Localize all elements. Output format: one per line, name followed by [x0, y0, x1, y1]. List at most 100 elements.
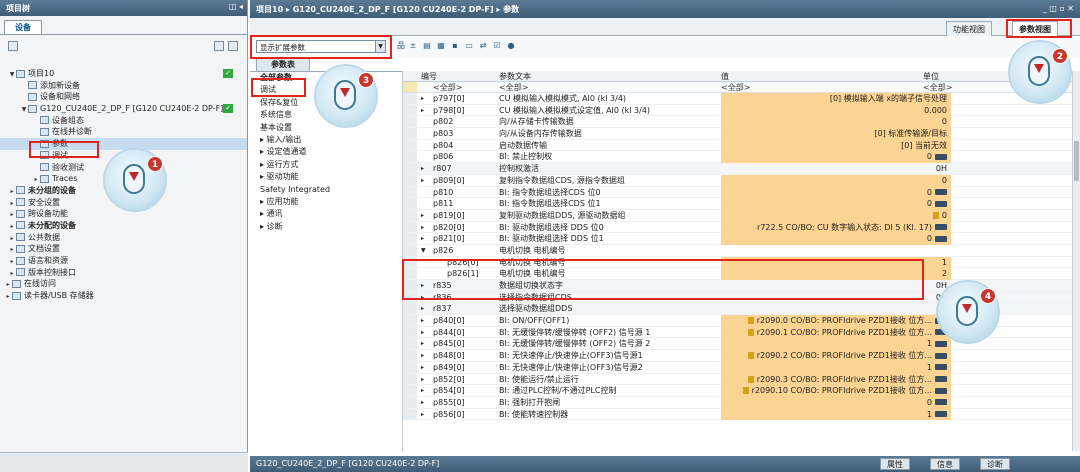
tree-node[interactable]: ▼ G120_CU240E_2_DP_F [G120 CU240E-2 DP-F]… — [0, 103, 247, 115]
expand-toggle-icon[interactable]: ▸ — [4, 291, 12, 303]
interconnect-dropdown-icon[interactable] — [935, 376, 947, 382]
table-row[interactable]: ▸ p821[0] BI: 驱动数据组选择 DDS 位1 0 — [403, 233, 1080, 245]
param-value[interactable]: 1 — [721, 361, 951, 374]
param-value[interactable]: r722.5 CO/BO: CU 数字输入状态: DI 5 (Kl. 17) — [721, 221, 951, 234]
table-row[interactable]: p804 启动数据传输 [0] 当前无效 — [403, 139, 1080, 152]
nav-item[interactable]: ▸ 输入/输出 — [250, 134, 402, 146]
nav-item[interactable]: ▸ 运行方式 — [250, 159, 402, 171]
param-value[interactable]: 0 — [721, 116, 951, 129]
tree-node[interactable]: ▸ Traces — [0, 173, 247, 185]
row-expand-icon[interactable]: ▸ — [421, 385, 431, 397]
interconnect-dropdown-icon[interactable] — [935, 364, 947, 371]
filter-unit[interactable]: <全部> — [923, 82, 952, 93]
table-row[interactable]: p826[0] 电机切换 电机编号 1 — [403, 256, 1080, 269]
filter-value[interactable]: <全部> — [721, 82, 750, 93]
param-value[interactable]: 0 — [721, 209, 951, 222]
table-row[interactable]: ▸ p844[0] BI: 无缓慢停转/缓慢停转 (OFF2) 信号源 1 r2090… — [403, 326, 1080, 339]
tab-function-view[interactable]: 功能视图 — [946, 21, 992, 36]
panel-controls-icon[interactable]: ◫ ◂ — [229, 2, 243, 11]
nav-item[interactable]: ▸ 驱动功能 — [250, 171, 402, 183]
nav-item[interactable]: Safety Integrated — [250, 184, 402, 196]
row-expand-icon[interactable]: ▸ — [421, 303, 431, 315]
param-value[interactable]: r2090.0 CO/BO: PROFIdrive PZD1接收 位方... — [721, 315, 951, 327]
nav-item[interactable]: 保存&复位 — [250, 97, 402, 109]
parameter-filter-select[interactable]: 显示扩展参数 ▼ — [256, 40, 386, 53]
nav-item[interactable]: 系统信息 — [250, 109, 402, 121]
tree-node[interactable]: ▸ 读卡器/USB 存储器 — [0, 290, 247, 302]
table-row[interactable]: ▸ p852[0] BI: 使能运行/禁止运行 r2090.3 CO/BO: PROF… — [403, 373, 1080, 386]
table-row[interactable]: p811 BI: 指令数据组选择CDS 位1 0 — [403, 198, 1080, 210]
col-header-unit[interactable]: 单位 — [923, 71, 939, 82]
filter-text[interactable]: <全部> — [499, 82, 528, 93]
row-expand-icon[interactable]: ▸ — [421, 175, 431, 187]
tree-node[interactable]: 调试 — [0, 150, 247, 162]
home-icon[interactable] — [8, 41, 18, 51]
param-value[interactable]: 0H — [721, 292, 951, 304]
table-row[interactable]: ▸ p849[0] BI: 无快速停止/快速停止(OFF3)信号源2 1 — [403, 361, 1080, 374]
monitor-icon[interactable]: ▦ — [436, 41, 446, 51]
row-expand-icon[interactable]: ▸ — [421, 210, 431, 222]
tab-parameter-view[interactable]: 参数视图 — [1012, 21, 1058, 36]
grid-scrollbar[interactable] — [1072, 71, 1080, 451]
param-value[interactable]: 0H — [721, 280, 951, 292]
table-row[interactable]: p803 向/从设备内存传输数据 [0] 标准传输源/目标 — [403, 128, 1080, 140]
param-value[interactable]: 0 — [721, 198, 951, 210]
tree-structure-icon[interactable]: 品 — [396, 41, 406, 51]
param-value[interactable]: 0H — [721, 303, 951, 315]
nav-item[interactable]: ▸ 设定值通道 — [250, 146, 402, 158]
table-row[interactable]: ▸ p809[0] 复制指令数据组CDS, 源指令数据组 0 — [403, 174, 1080, 187]
row-expand-icon[interactable]: ▸ — [421, 105, 431, 117]
param-value[interactable]: 0 — [721, 186, 951, 199]
tree-node[interactable]: 设备组态 — [0, 115, 247, 127]
tree-node[interactable]: ▸ 公共数据 — [0, 232, 247, 244]
table-row[interactable]: ▸ p848[0] BI: 无快速停止/快速停止(OFF3)信号源1 r2090.2 … — [403, 350, 1080, 362]
nav-item[interactable]: ▸ 诊断 — [250, 221, 402, 233]
filter-number[interactable]: <全部> — [433, 82, 462, 93]
interconnect-dropdown-icon[interactable] — [935, 224, 947, 231]
table-row[interactable]: ▸ p845[0] BI: 无缓慢停转/缓慢停转 (OFF2) 信号源 2 1 — [403, 338, 1080, 351]
col-header-value[interactable]: 值 — [721, 71, 729, 82]
interconnect-dropdown-icon[interactable] — [935, 352, 947, 359]
tab-diagnostics[interactable]: 诊断 — [980, 458, 1010, 470]
param-value[interactable]: 1 — [721, 338, 951, 351]
row-expand-icon[interactable]: ▸ — [421, 327, 431, 339]
tree-node[interactable]: ▸ 未分配的设备 — [0, 220, 247, 232]
export-icon[interactable]: ▤ — [422, 41, 432, 51]
param-value[interactable]: 0.000 — [721, 104, 951, 117]
sort-icon[interactable]: ± — [408, 41, 418, 51]
tree-node[interactable]: ▸ 安全设置 — [0, 197, 247, 209]
tree-node[interactable]: 添加新设备 — [0, 80, 247, 92]
tab-parameter-table[interactable]: 参数表 — [256, 57, 310, 71]
chevron-down-icon[interactable]: ▼ — [375, 41, 385, 52]
tree-node[interactable]: 设备和网络 — [0, 91, 247, 103]
row-expand-icon[interactable]: ▸ — [421, 350, 431, 362]
tab-info[interactable]: 信息 — [930, 458, 960, 470]
row-expand-icon[interactable]: ▸ — [421, 280, 431, 292]
table-row[interactable]: ▸ p819[0] 复制驱动数据组DDS, 源驱动数据组 0 — [403, 209, 1080, 222]
param-value[interactable]: 1 — [721, 408, 951, 421]
table-row[interactable]: ▸ p854[0] BI: 通过PLC控制/不通过PLC控制 r2090.10 CO/… — [403, 385, 1080, 397]
table-row[interactable]: ▸ p840[0] BI: ON/OFF(OFF1) r2090.0 CO/BO: P… — [403, 315, 1080, 327]
row-expand-icon[interactable]: ▼ — [421, 245, 431, 257]
interconnect-dropdown-icon[interactable] — [935, 200, 947, 207]
table-row[interactable]: ▼ p826 电机切换 电机编号 — [403, 244, 1080, 257]
interconnect-dropdown-icon[interactable] — [935, 411, 947, 418]
row-expand-icon[interactable]: ▸ — [421, 292, 431, 304]
param-value[interactable]: 2 — [721, 268, 951, 281]
param-value[interactable]: 1 — [721, 256, 951, 269]
param-value[interactable]: [0] 模拟输入端 x的端子信号处理 — [721, 93, 951, 105]
filter-icon[interactable] — [403, 82, 417, 92]
col-header-text[interactable]: 参数文本 — [499, 71, 717, 82]
param-value[interactable]: 0 — [721, 151, 951, 164]
table-row[interactable]: ▸ r835 数据组切换状态字 0H — [403, 280, 1080, 292]
interconnect-dropdown-icon[interactable] — [935, 153, 947, 160]
tree-node[interactable]: ▸ 在线访问 — [0, 278, 247, 290]
tree-node[interactable]: ▸ 语言和资源 — [0, 255, 247, 267]
table-row[interactable]: p806 BI: 禁止控制权 0 — [403, 151, 1080, 164]
interconnect-dropdown-icon[interactable] — [935, 340, 947, 347]
table-row[interactable]: ▸ p820[0] BI: 驱动数据组选择 DDS 位0 r722.5 CO/BO: … — [403, 221, 1080, 234]
interconnect-dropdown-icon[interactable] — [935, 235, 947, 242]
scrollbar-thumb[interactable] — [1074, 141, 1079, 181]
interconnect-dropdown-icon[interactable] — [935, 329, 947, 336]
tree-node[interactable]: ▸ 文档设置 — [0, 243, 247, 255]
